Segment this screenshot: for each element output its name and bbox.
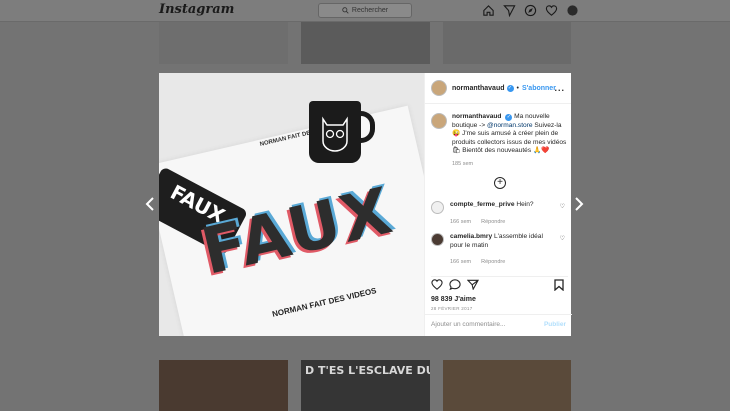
avatar[interactable] (431, 233, 444, 246)
feed-thumbnail[interactable] (301, 22, 430, 64)
post-header: normanthavaud ✓ • S'abonner ... (425, 73, 571, 104)
like-heart-icon[interactable] (431, 278, 443, 294)
post-modal: NORMAN FAIT DES VIDEOS FAUX FAUX NORMAN … (159, 73, 572, 336)
like-comment-heart-icon[interactable]: ♡ (560, 235, 565, 244)
follow-button[interactable]: S'abonner (522, 85, 556, 92)
share-icon[interactable] (466, 279, 480, 294)
instagram-logo[interactable]: Instagram (159, 2, 234, 17)
search-input[interactable]: Rechercher (318, 3, 412, 18)
profile-icon[interactable] (566, 4, 579, 17)
save-bookmark-icon[interactable] (554, 279, 564, 294)
comment-input[interactable]: Ajouter un commentaire... (431, 321, 505, 330)
comment-bubble-icon[interactable] (449, 278, 461, 294)
home-icon[interactable] (482, 4, 495, 17)
direct-icon[interactable] (503, 4, 516, 18)
add-comment-bar: Ajouter un commentaire... Publier (425, 314, 572, 336)
feed-thumbnail[interactable]: D T'ES L'ESCLAVE DU CONDUC (301, 360, 430, 411)
comment-username[interactable]: camelia.bmry (450, 233, 492, 240)
heart-icon[interactable] (545, 4, 558, 17)
comment-meta: 166 sem Répondre (450, 258, 552, 267)
verified-badge-icon: ✓ (505, 114, 513, 121)
search-placeholder: Rechercher (351, 7, 389, 14)
comment-text: Hein? (516, 201, 534, 208)
nav-icons (482, 4, 579, 18)
mug-graphic (309, 101, 361, 163)
feed-thumbnail[interactable] (443, 22, 571, 64)
post-caption: normanthavaud ✓ Ma nouvelle boutique -> … (431, 113, 568, 156)
caption-username[interactable]: normanthavaud (452, 113, 501, 120)
publish-button[interactable]: Publier (544, 321, 566, 330)
more-options-icon[interactable]: ... (554, 83, 565, 93)
avatar[interactable] (431, 201, 444, 214)
next-post-arrow-icon[interactable] (573, 197, 585, 213)
post-actions: 98 839 J'aime 28 FÉVRIER 2017 (431, 276, 568, 311)
avatar[interactable] (431, 80, 447, 96)
avatar[interactable] (431, 113, 447, 129)
comment-body: compte_ferme_prive Hein? 166 sem Répondr… (450, 201, 552, 226)
post-photo[interactable]: NORMAN FAIT DES VIDEOS FAUX FAUX NORMAN … (159, 73, 424, 336)
comment-item: camelia.bmry L'assemble idéal pour le ma… (431, 233, 568, 267)
comment-username[interactable]: compte_ferme_prive (450, 201, 515, 208)
top-navigation-bar: Instagram Rechercher (0, 0, 730, 22)
load-more-comments-icon[interactable]: + (494, 177, 506, 189)
thumbnail-text: D T'ES L'ESCLAVE DU CONDUC (305, 364, 430, 377)
feed-thumbnail[interactable] (443, 360, 571, 411)
post-sidebar: normanthavaud ✓ • S'abonner ... normanth… (424, 73, 572, 336)
likes-count[interactable]: 98 839 J'aime (431, 296, 568, 303)
post-username[interactable]: normanthavaud (452, 85, 505, 92)
comment-time: 166 sem (450, 218, 472, 225)
post-date: 28 FÉVRIER 2017 (431, 306, 473, 311)
feed-thumbnail[interactable] (159, 22, 288, 64)
reply-button[interactable]: Répondre (481, 218, 505, 227)
separator-dot: • (516, 84, 519, 92)
comment-body: camelia.bmry L'assemble idéal pour le ma… (450, 233, 552, 267)
previous-post-arrow-icon[interactable] (144, 197, 156, 213)
caption-text: normanthavaud ✓ Ma nouvelle boutique -> … (452, 113, 568, 156)
feed-thumbnail[interactable] (159, 360, 288, 411)
comment-item: compte_ferme_prive Hein? 166 sem Répondr… (431, 201, 568, 226)
verified-badge-icon: ✓ (506, 84, 514, 92)
search-icon (342, 7, 349, 14)
caption-timestamp: 185 sem (452, 161, 474, 167)
explore-icon[interactable] (524, 4, 537, 17)
action-icons (431, 278, 568, 294)
like-comment-heart-icon[interactable]: ♡ (560, 203, 565, 212)
reply-button[interactable]: Répondre (481, 258, 505, 267)
caption-mention-link[interactable]: @norman.store (487, 122, 533, 129)
comment-meta: 166 sem Répondre (450, 218, 552, 227)
comment-time: 166 sem (450, 259, 472, 265)
